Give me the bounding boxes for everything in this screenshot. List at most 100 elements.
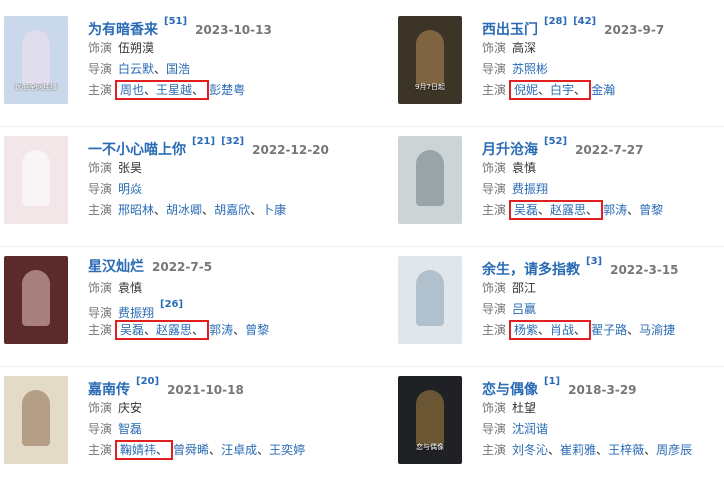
citation-link[interactable]: [20] <box>136 376 159 387</box>
actor-link[interactable]: 邢昭林 <box>118 203 154 217</box>
drama-title-link[interactable]: 星汉灿烂 <box>88 259 144 275</box>
director-link[interactable]: 费振翔 <box>512 182 548 196</box>
actor-link[interactable]: 卜康 <box>262 203 286 217</box>
actor-link[interactable]: 郭涛 <box>209 323 233 337</box>
actor-link[interactable]: 倪妮 <box>514 83 538 97</box>
drama-info: 余生，请多指教[3]2022-3-15 饰演 邵江 导演 吕赢 主演 杨紫、肖战、 翟子路、马… <box>482 256 724 341</box>
citation-link[interactable]: [51] <box>164 16 187 27</box>
citation-link[interactable]: [52] <box>544 136 567 147</box>
actor-link[interactable]: 王奕婷 <box>269 443 305 457</box>
director-link[interactable]: 沈润谐 <box>512 422 548 436</box>
poster-figure <box>416 150 444 206</box>
drama-title-link[interactable]: 一不小心喵上你 <box>88 142 186 158</box>
drama-poster-image[interactable]: 恋与偶像 <box>398 376 462 464</box>
actor-link[interactable]: 汪卓成 <box>221 443 257 457</box>
director-link[interactable]: 国浩 <box>166 62 190 76</box>
actor-link[interactable]: 胡冰卿 <box>166 203 202 217</box>
drama-poster-image[interactable] <box>398 136 462 224</box>
drama-title-link[interactable]: 嘉南传 <box>88 382 130 398</box>
drama-title-link[interactable]: 恋与偶像 <box>482 382 538 398</box>
actor-link[interactable]: 曾舜晞 <box>173 443 209 457</box>
director-link[interactable]: 苏照彬 <box>512 62 548 76</box>
citation-link[interactable]: [32] <box>221 136 244 147</box>
separator: 、 <box>192 323 205 337</box>
actor-link[interactable]: 马渝捷 <box>639 323 675 337</box>
actor-link[interactable]: 周也 <box>120 83 144 97</box>
role-label: 饰演 <box>482 401 507 415</box>
actor-link[interactable]: 王星越 <box>156 83 192 97</box>
separator: 、 <box>192 83 205 97</box>
actor-link[interactable]: 赵露思 <box>156 323 192 337</box>
release-date: 2021-10-18 <box>167 383 244 397</box>
separator: 、 <box>538 203 551 217</box>
poster-figure <box>22 270 50 326</box>
actor-link[interactable]: 肖战 <box>550 323 574 337</box>
actor-link[interactable]: 崔莉雅 <box>560 443 596 457</box>
highlighted-cast-box: 鞠婧祎、 <box>115 440 174 460</box>
citation-link[interactable]: [42] <box>573 16 596 27</box>
actor-link[interactable]: 王梓薇 <box>608 443 644 457</box>
drama-poster-image[interactable]: 优酷全网独播 <box>4 16 68 104</box>
separator: 、 <box>538 323 551 337</box>
role-row: 饰演 张昊 <box>88 158 344 179</box>
director-row: 导演 智磊 <box>88 419 344 440</box>
release-date: 2022-7-27 <box>575 143 644 157</box>
actor-link[interactable]: 翟子路 <box>591 323 627 337</box>
role-name: 邵江 <box>512 281 537 295</box>
actor-link[interactable]: 白宇 <box>550 83 574 97</box>
actor-link[interactable]: 金瀚 <box>591 83 615 97</box>
citation-link[interactable]: [3] <box>586 256 602 267</box>
actor-link[interactable]: 吴磊 <box>120 323 144 337</box>
separator: 、 <box>257 443 270 457</box>
actor-link[interactable]: 曾黎 <box>639 203 663 217</box>
actor-link[interactable]: 赵露思 <box>550 203 586 217</box>
drama-title-link[interactable]: 为有暗香来 <box>88 22 158 38</box>
cast-label: 主演 <box>482 443 507 457</box>
director-link[interactable]: 明焱 <box>118 182 142 196</box>
role-row: 饰演 杜望 <box>482 398 724 419</box>
separator: 、 <box>548 443 561 457</box>
cast-label: 主演 <box>88 323 113 337</box>
director-link[interactable]: 智磊 <box>118 422 142 436</box>
citation-link[interactable]: [26] <box>160 299 183 310</box>
director-link[interactable]: 费振翔 <box>118 306 154 320</box>
title-row: 星汉灿烂 2022-7-5 <box>88 256 344 278</box>
drama-poster-image[interactable]: 9月7日起 <box>398 16 462 104</box>
actor-link[interactable]: 胡嘉欣 <box>214 203 250 217</box>
drama-card: 月升沧海[52]2022-7-27 饰演 袁慎 导演 费振翔 主演 吴磊、赵露思、 郭涛、曾黎 <box>398 136 724 254</box>
actor-link[interactable]: 曾黎 <box>245 323 269 337</box>
role-label: 饰演 <box>88 281 113 295</box>
citation-link[interactable]: [1] <box>544 376 560 387</box>
director-link[interactable]: 白云默 <box>118 62 154 76</box>
poster-figure <box>416 270 444 326</box>
role-name: 伍朔漠 <box>118 41 155 55</box>
release-date: 2022-12-20 <box>252 143 329 157</box>
actor-link[interactable]: 周彦辰 <box>656 443 692 457</box>
actor-link[interactable]: 刘冬沁 <box>512 443 548 457</box>
cast-label: 主演 <box>88 203 113 217</box>
actor-link[interactable]: 彭楚粤 <box>209 83 245 97</box>
drama-poster-image[interactable] <box>4 136 68 224</box>
citation-link[interactable]: [21] <box>192 136 215 147</box>
role-row: 饰演 袁慎 <box>482 158 724 179</box>
drama-title-link[interactable]: 西出玉门 <box>482 22 538 38</box>
poster-caption: 9月7日起 <box>415 83 445 91</box>
director-link[interactable]: 吕赢 <box>512 302 536 316</box>
actor-link[interactable]: 吴磊 <box>514 203 538 217</box>
drama-title-link[interactable]: 余生，请多指教 <box>482 262 580 278</box>
director-row: 导演 明焱 <box>88 179 344 200</box>
drama-poster-image[interactable] <box>4 376 68 464</box>
drama-poster-image[interactable] <box>4 256 68 344</box>
drama-poster-image[interactable] <box>398 256 462 344</box>
role-name: 高深 <box>512 41 537 55</box>
title-row: 恋与偶像 [1] 2018-3-29 <box>482 376 724 398</box>
drama-info: 星汉灿烂 2022-7-5 饰演 袁慎 导演 费振翔[26] 主演 吴磊、赵露思、 郭涛、曾黎 <box>88 256 344 341</box>
actor-link[interactable]: 鞠婧祎 <box>120 443 156 457</box>
drama-title-link[interactable]: 月升沧海 <box>482 142 538 158</box>
director-label: 导演 <box>88 422 113 436</box>
citation-link[interactable]: [28] <box>544 16 567 27</box>
actor-link[interactable]: 杨紫 <box>514 323 538 337</box>
poster-figure <box>416 390 444 446</box>
actor-link[interactable]: 郭涛 <box>603 203 627 217</box>
role-row: 饰演 邵江 <box>482 278 724 299</box>
